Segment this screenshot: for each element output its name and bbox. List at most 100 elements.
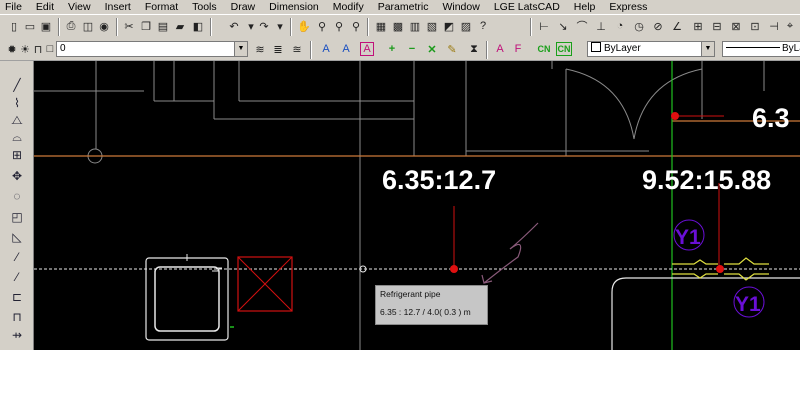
- remove-icon[interactable]: −: [404, 41, 420, 57]
- radius-dim-icon[interactable]: ◔: [612, 18, 628, 34]
- new-icon[interactable]: ▯: [6, 18, 22, 34]
- baseline-dim-icon[interactable]: ⊟: [709, 18, 725, 34]
- menu-parametric[interactable]: Parametric: [373, 0, 438, 14]
- arc-dim-icon[interactable]: ⌒: [574, 18, 590, 34]
- delete-icon[interactable]: ✕: [424, 41, 440, 57]
- layer-properties-icon[interactable]: ≋: [252, 41, 268, 57]
- edit-icon[interactable]: ✎: [444, 41, 460, 57]
- redo-dropdown-icon[interactable]: ▾: [272, 18, 288, 34]
- quick-dim-icon[interactable]: ⊞: [690, 18, 706, 34]
- redo-icon[interactable]: ↷: [256, 18, 272, 34]
- properties-icon[interactable]: ▦: [373, 18, 389, 34]
- add-icon[interactable]: +: [384, 41, 400, 57]
- menu-lge-latscad[interactable]: LGE LatsCAD: [489, 0, 569, 14]
- open-icon[interactable]: ▭: [22, 18, 38, 34]
- match-icon[interactable]: ▰: [172, 18, 188, 34]
- join-icon[interactable]: ⊓: [9, 309, 25, 325]
- layer-state-icon[interactable]: ≣: [270, 41, 286, 57]
- aligned-dim-icon[interactable]: ↘: [555, 18, 571, 34]
- calculator-icon[interactable]: ▨: [458, 18, 474, 34]
- color-value: ByLayer: [604, 43, 641, 54]
- zoom-window-icon[interactable]: ⚲: [331, 18, 347, 34]
- dim-point[interactable]: [450, 265, 458, 273]
- linetype-dropdown[interactable]: ByLayer: [722, 41, 800, 57]
- paste-icon[interactable]: ▤: [155, 18, 171, 34]
- jogged-dim-icon[interactable]: ◷: [631, 18, 647, 34]
- toolbar-separator: [486, 41, 488, 59]
- text-style-icon[interactable]: A: [318, 41, 334, 57]
- pan-icon[interactable]: ✋: [296, 18, 312, 34]
- layer-previous-icon[interactable]: ≊: [289, 41, 305, 57]
- help-icon[interactable]: ?: [475, 18, 491, 34]
- menu-draw[interactable]: Draw: [226, 0, 265, 14]
- rotate-icon[interactable]: ◌: [9, 188, 25, 204]
- chamfer-icon[interactable]: ⇸: [9, 327, 25, 343]
- text-height-icon[interactable]: A: [338, 41, 354, 57]
- chevron-down-icon[interactable]: ▼: [701, 42, 714, 56]
- linetype-sample: [726, 47, 780, 48]
- angular-dim-icon[interactable]: ∠: [669, 18, 685, 34]
- menu-dimension[interactable]: Dimension: [264, 0, 328, 14]
- linear-dim-icon[interactable]: ⊢: [536, 18, 552, 34]
- unit-mark-label: Y1: [675, 226, 701, 249]
- chevron-down-icon[interactable]: ▼: [234, 42, 247, 56]
- block-icon[interactable]: ◧: [190, 18, 206, 34]
- design-center-icon[interactable]: ▩: [390, 18, 406, 34]
- offset-icon[interactable]: ⌓: [9, 129, 25, 145]
- menu-window[interactable]: Window: [437, 0, 488, 14]
- zoom-previous-icon[interactable]: ⚲: [348, 18, 364, 34]
- menu-file[interactable]: File: [0, 0, 31, 14]
- indoor-unit[interactable]: [145, 254, 229, 341]
- publish-icon[interactable]: ◉: [96, 18, 112, 34]
- menu-edit[interactable]: Edit: [31, 0, 63, 14]
- zoom-realtime-icon[interactable]: ⚲: [314, 18, 330, 34]
- diameter-dim-icon[interactable]: ⊘: [650, 18, 666, 34]
- font-f-icon[interactable]: F: [510, 41, 526, 57]
- text-frame-icon[interactable]: A: [360, 42, 374, 56]
- menu-tools[interactable]: Tools: [187, 0, 226, 14]
- print-icon[interactable]: ⎙: [63, 18, 79, 34]
- move-icon[interactable]: ✥: [9, 168, 25, 184]
- continue-dim-icon[interactable]: ⊠: [728, 18, 744, 34]
- undo-icon[interactable]: ↶: [226, 18, 242, 34]
- linetype-value: ByLayer: [782, 43, 800, 54]
- tolerance-icon[interactable]: ⌖: [782, 18, 798, 34]
- pline-icon[interactable]: ⌇: [9, 95, 25, 111]
- menu-format[interactable]: Format: [140, 0, 187, 14]
- menu-view[interactable]: View: [63, 0, 100, 14]
- break-icon[interactable]: ⊏: [9, 289, 25, 305]
- dim-point-top[interactable]: [671, 112, 679, 120]
- cn-frame-icon[interactable]: CN: [556, 42, 572, 56]
- markup-arrow: [481, 222, 539, 285]
- array-icon[interactable]: ⊞: [9, 147, 25, 163]
- line-icon[interactable]: ╱: [9, 77, 25, 93]
- menu-insert[interactable]: Insert: [100, 0, 140, 14]
- sheet-set-icon[interactable]: ▧: [424, 18, 440, 34]
- toolbar-separator: [116, 18, 118, 36]
- preview-icon[interactable]: ◫: [80, 18, 96, 34]
- dim-point-right[interactable]: [716, 265, 724, 273]
- stretch-icon[interactable]: ◺: [9, 229, 25, 245]
- save-icon[interactable]: ▣: [38, 18, 54, 34]
- scale-icon[interactable]: ◰: [9, 209, 25, 225]
- space-dim-icon[interactable]: ⊡: [747, 18, 763, 34]
- filter-icon[interactable]: ⧗: [466, 41, 482, 57]
- menu-help[interactable]: Help: [569, 0, 605, 14]
- copy-icon[interactable]: ❐: [138, 18, 154, 34]
- menu-express[interactable]: Express: [604, 0, 656, 14]
- ordinate-dim-icon[interactable]: ⊥: [593, 18, 609, 34]
- extend-icon[interactable]: ⁄: [9, 269, 25, 285]
- layer-dropdown[interactable]: 0 ▼: [56, 41, 248, 57]
- red-box-marker[interactable]: [237, 256, 293, 312]
- cut-icon[interactable]: ✂: [121, 18, 137, 34]
- tool-palette-icon[interactable]: ▥: [407, 18, 423, 34]
- markup-icon[interactable]: ◩: [441, 18, 457, 34]
- break-dim-icon[interactable]: ⊣: [766, 18, 782, 34]
- trim-icon[interactable]: ⁄: [9, 249, 25, 265]
- font-a-icon[interactable]: A: [492, 41, 508, 57]
- color-swatch-icon: [591, 42, 601, 52]
- color-dropdown[interactable]: ByLayer ▼: [587, 41, 715, 57]
- cn-icon[interactable]: CN: [536, 41, 552, 57]
- menu-modify[interactable]: Modify: [328, 0, 373, 14]
- mirror-icon[interactable]: ⧍: [9, 112, 25, 128]
